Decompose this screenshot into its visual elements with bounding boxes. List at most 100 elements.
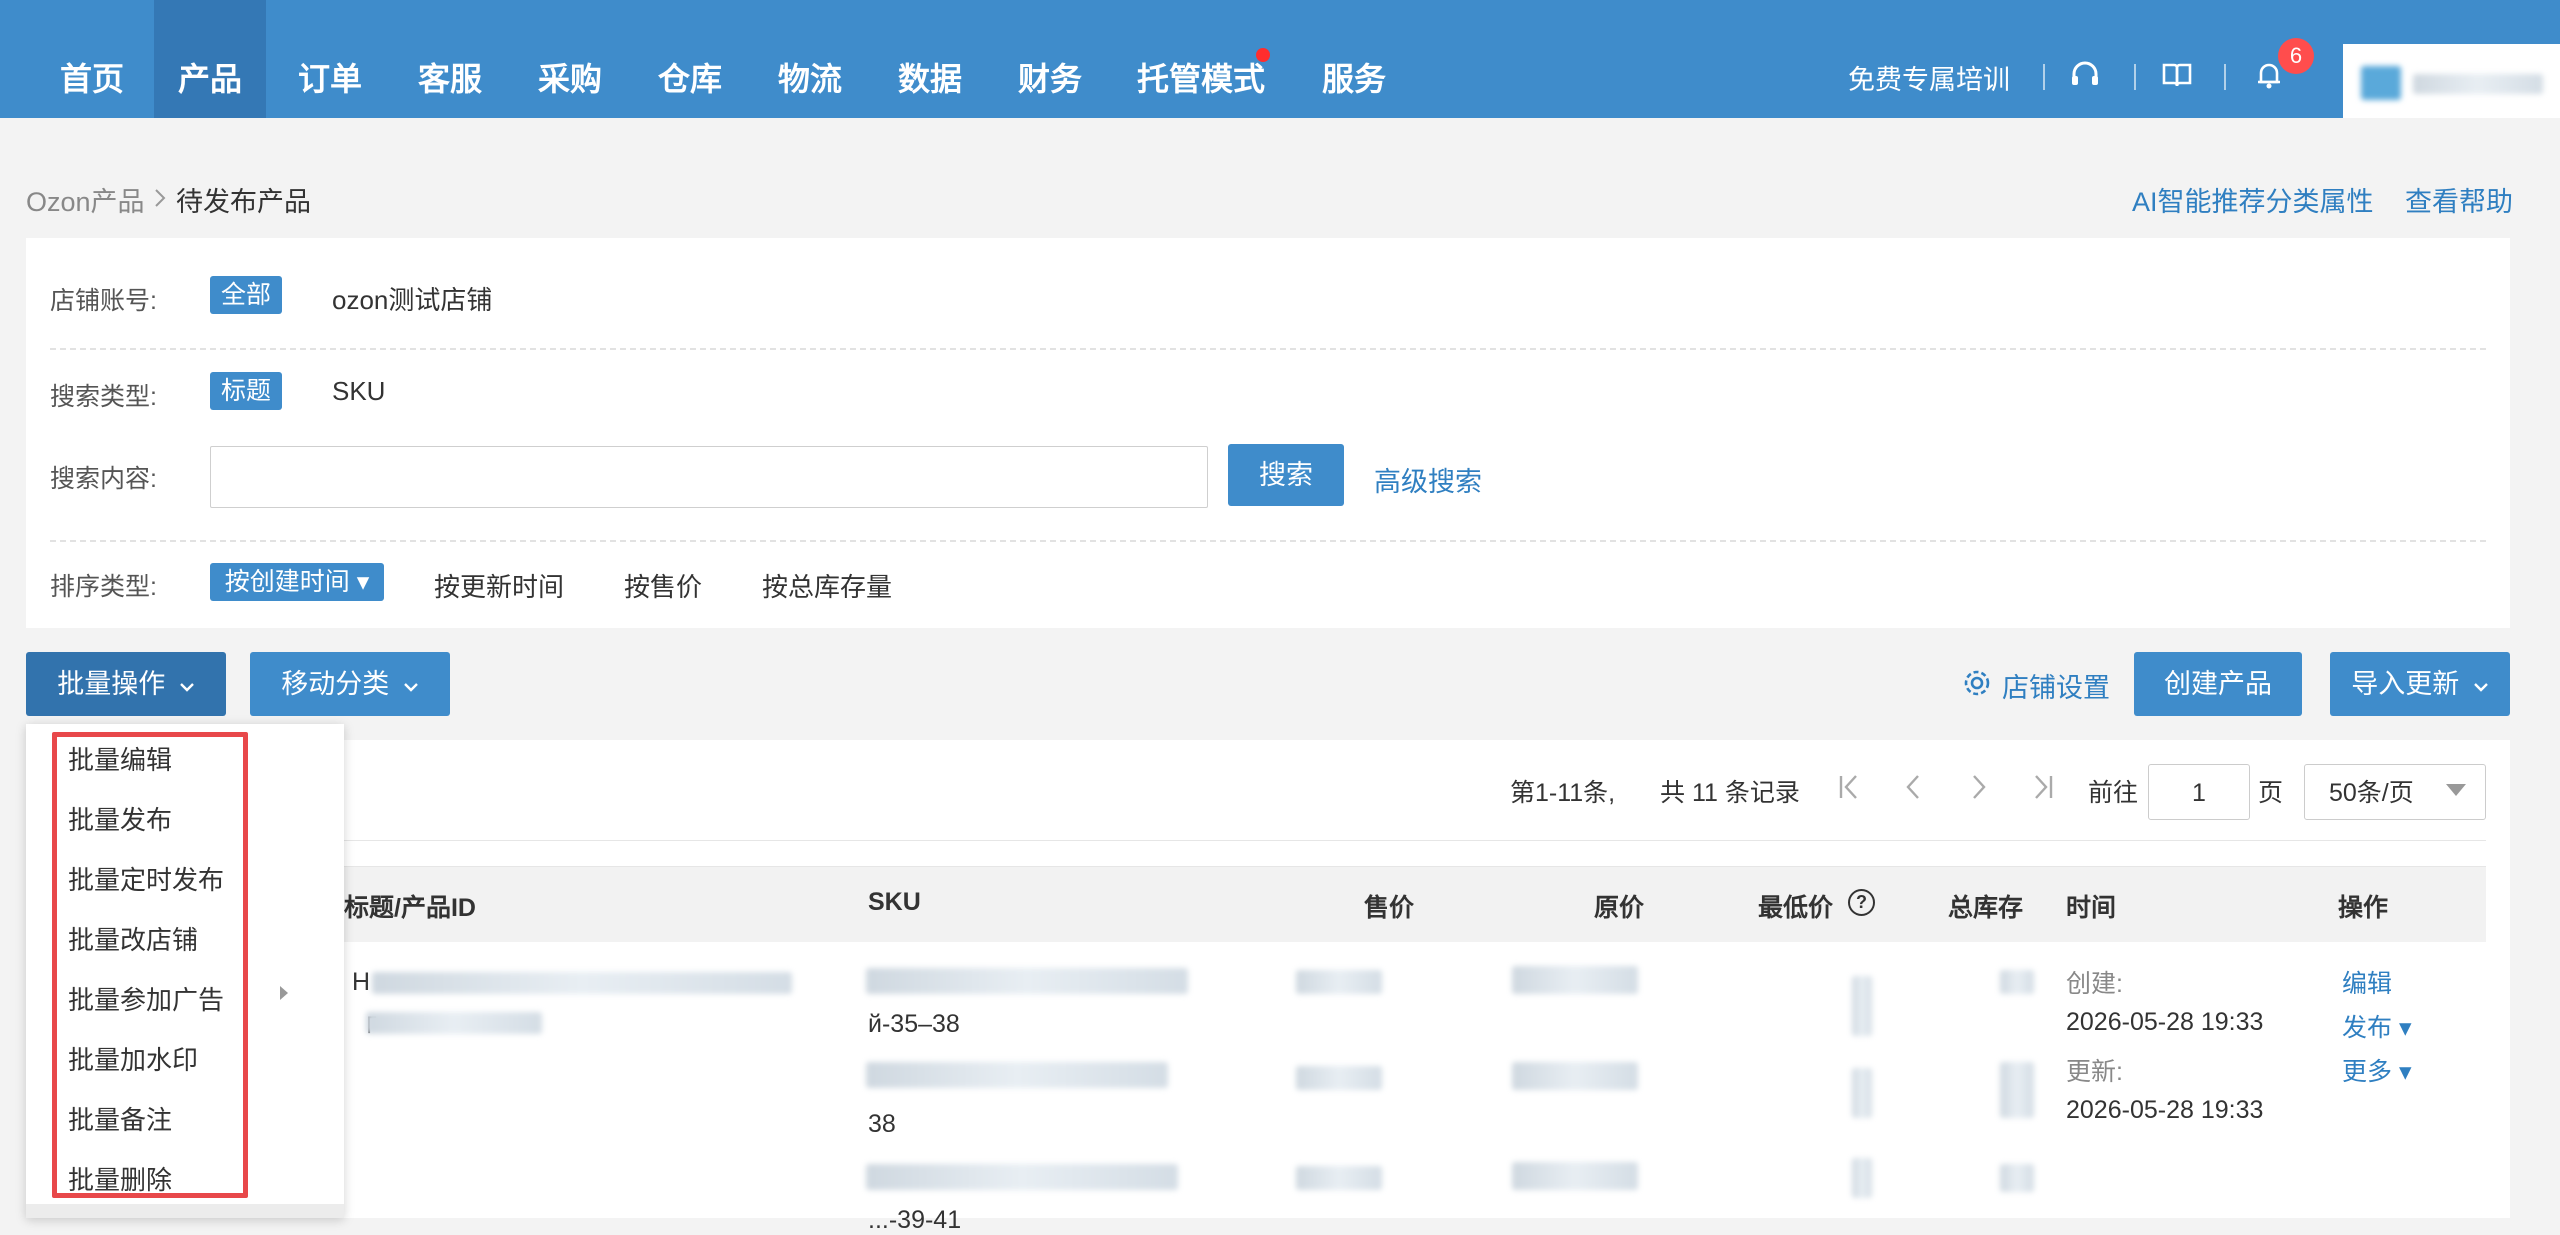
redacted-original-price	[1512, 1062, 1638, 1090]
redacted-min-price	[1852, 1068, 1872, 1118]
goto-label: 前往	[2088, 779, 2139, 807]
redacted-price	[1296, 1166, 1382, 1190]
page-unit-label: 页	[2258, 779, 2284, 807]
created-label: 创建:	[2066, 970, 2123, 998]
created-time: 2026-05-28 19:33	[2066, 1008, 2264, 1036]
nav-item-home[interactable]: 首页	[44, 0, 140, 118]
redacted-product-id	[366, 1012, 542, 1034]
headset-icon[interactable]	[2068, 58, 2102, 92]
divider	[52, 840, 2486, 841]
user-account-menu[interactable]	[2343, 44, 2560, 118]
sku-fragment: 38	[868, 1110, 896, 1138]
search-type-label: 搜索类型:	[50, 383, 157, 411]
create-product-button[interactable]: 创建产品	[2134, 652, 2302, 716]
nav-item-purchase[interactable]: 采购	[522, 0, 618, 118]
store-account-label: 店铺账号:	[50, 287, 157, 315]
redacted-stock	[2000, 1164, 2034, 1192]
redacted-price	[1296, 970, 1382, 994]
column-header-original-price: 原价	[1594, 894, 1645, 922]
store-settings-label: 店铺设置	[2002, 673, 2110, 703]
import-update-button[interactable]: 导入更新	[2330, 652, 2510, 716]
updated-label: 更新:	[2066, 1058, 2123, 1086]
chevron-down-icon	[403, 683, 418, 692]
nav-item-data[interactable]: 数据	[882, 0, 978, 118]
redacted-min-price	[1852, 1158, 1872, 1198]
previous-page-icon[interactable]	[1902, 770, 1924, 804]
bulk-operations-label: 批量操作	[57, 669, 166, 699]
top-navigation-bar: 首页 产品 订单 客服 采购 仓库 物流 数据 财务 托管模式 服务 免费专属培…	[0, 0, 2560, 118]
store-filter-all[interactable]: 全部	[210, 276, 282, 314]
sku-fragment: й-35–38	[868, 1010, 960, 1038]
redacted-sku	[866, 968, 1188, 994]
page-number-input[interactable]: 1	[2148, 764, 2250, 820]
nav-item-warehouse[interactable]: 仓库	[642, 0, 738, 118]
divider	[50, 348, 2486, 350]
import-update-label: 导入更新	[2351, 669, 2460, 699]
chevron-down-icon	[179, 683, 194, 692]
avatar	[2361, 66, 2401, 100]
store-filter-option[interactable]: ozon测试店铺	[332, 280, 492, 317]
gear-icon	[1964, 670, 1990, 696]
next-page-icon[interactable]	[1968, 770, 1990, 804]
first-page-icon[interactable]	[1836, 770, 1862, 804]
publish-dropdown[interactable]: 发布 ▾	[2342, 1008, 2412, 1044]
move-category-button[interactable]: 移动分类	[250, 652, 450, 716]
column-header-price: 售价	[1364, 894, 1415, 922]
nav-item-customer-service[interactable]: 客服	[402, 0, 498, 118]
search-type-title[interactable]: 标题	[210, 372, 282, 410]
search-type-sku[interactable]: SKU	[332, 376, 385, 407]
edit-link[interactable]: 编辑	[2342, 964, 2392, 1000]
sort-by-total-stock[interactable]: 按总库存量	[762, 567, 892, 604]
redacted-sku	[866, 1062, 1168, 1088]
nav-item-logistics[interactable]: 物流	[762, 0, 858, 118]
advanced-search-link[interactable]: 高级搜索	[1374, 460, 1482, 499]
caret-down-icon	[2446, 784, 2466, 796]
sku-fragment: ...-39-41	[868, 1206, 962, 1234]
nav-item-products[interactable]: 产品	[154, 0, 266, 118]
nav-divider	[2134, 64, 2136, 90]
divider	[50, 540, 2486, 542]
redacted-title	[372, 972, 792, 994]
chevron-right-icon	[155, 189, 166, 207]
redacted-sku	[866, 1164, 1178, 1190]
menu-scroll-edge	[26, 1204, 344, 1218]
free-training-link[interactable]: 免费专属培训	[1848, 58, 2010, 97]
redacted-stock	[2000, 1062, 2034, 1118]
new-dot-indicator	[1256, 48, 1270, 62]
column-header-title: 标题/产品ID	[344, 894, 476, 922]
bulk-operations-button[interactable]: 批量操作	[26, 652, 226, 716]
nav-divider	[2043, 64, 2045, 90]
pagination-total: 共 11 条记录	[1660, 779, 1800, 807]
column-header-time: 时间	[2066, 894, 2117, 922]
updated-time: 2026-05-28 19:33	[2066, 1096, 2264, 1124]
redacted-stock	[2000, 970, 2034, 994]
breadcrumb-root[interactable]: Ozon产品	[26, 180, 145, 219]
book-icon[interactable]	[2160, 58, 2194, 92]
sort-type-label: 排序类型:	[50, 573, 157, 601]
column-header-actions: 操作	[2338, 894, 2389, 922]
sort-by-updated-time[interactable]: 按更新时间	[434, 567, 564, 604]
help-icon[interactable]: ?	[1848, 889, 1875, 916]
search-content-label: 搜索内容:	[50, 465, 157, 493]
nav-item-managed-mode[interactable]: 托管模式	[1130, 0, 1272, 118]
search-input[interactable]	[210, 446, 1208, 508]
move-category-label: 移动分类	[281, 669, 390, 699]
column-header-sku: SKU	[868, 888, 921, 916]
nav-item-services[interactable]: 服务	[1306, 0, 1402, 118]
nav-item-finance[interactable]: 财务	[1002, 0, 1098, 118]
search-button[interactable]: 搜索	[1228, 444, 1344, 506]
sort-by-created-time[interactable]: 按创建时间 ▾	[210, 563, 384, 601]
nav-item-orders[interactable]: 订单	[282, 0, 378, 118]
nav-divider	[2224, 64, 2226, 90]
redacted-original-price	[1512, 966, 1638, 994]
pagination-range: 第1-11条,	[1510, 779, 1616, 807]
menu-highlight-box	[52, 732, 248, 1198]
more-dropdown[interactable]: 更多 ▾	[2342, 1052, 2412, 1088]
ai-category-attributes-link[interactable]: AI智能推荐分类属性	[2132, 180, 2374, 219]
sort-by-price[interactable]: 按售价	[624, 567, 702, 604]
redacted-price	[1296, 1066, 1382, 1090]
last-page-icon[interactable]	[2030, 770, 2056, 804]
column-header-total-stock: 总库存	[1948, 894, 2024, 922]
notification-badge: 6	[2278, 38, 2314, 74]
view-help-link[interactable]: 查看帮助	[2405, 180, 2513, 219]
